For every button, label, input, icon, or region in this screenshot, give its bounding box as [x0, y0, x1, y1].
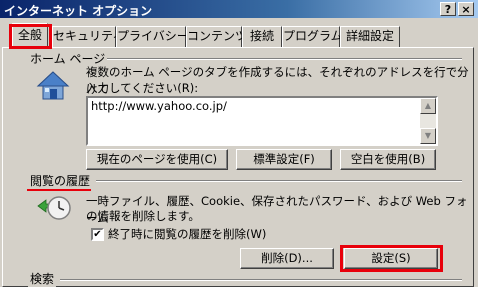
- delete-on-exit-label[interactable]: 終了時に閲覧の履歴を削除(W): [108, 226, 266, 243]
- home-page-url-value[interactable]: http://www.yahoo.co.jp/: [91, 99, 227, 113]
- use-blank-button[interactable]: 空白を使用(B): [340, 149, 436, 170]
- help-button[interactable]: ?: [440, 2, 456, 16]
- home-page-divider: [100, 58, 462, 60]
- tab-security[interactable]: セキュリティ: [52, 26, 124, 47]
- home-icon: [36, 71, 70, 100]
- annotation-underline-history: [27, 189, 91, 191]
- annotation-box-general-tab: [9, 24, 52, 49]
- close-button[interactable]: ×: [458, 2, 474, 16]
- search-group-label: 検索: [28, 270, 57, 287]
- history-group-label: 閲覧の履歴: [28, 172, 93, 189]
- delete-on-exit-checkbox[interactable]: ✔: [91, 228, 104, 241]
- tab-privacy[interactable]: プライバシー: [116, 26, 189, 47]
- tab-advanced[interactable]: 詳細設定: [340, 26, 400, 47]
- history-divider: [96, 180, 462, 182]
- title-bar: インターネット オプション ? ×: [0, 0, 478, 18]
- tab-connections[interactable]: 接続: [242, 26, 282, 47]
- home-page-url-field[interactable]: http://www.yahoo.co.jp/ ▲ ▼: [86, 96, 438, 146]
- window-title: インターネット オプション: [4, 4, 153, 18]
- scroll-down-arrow-icon[interactable]: ▼: [420, 128, 436, 144]
- scroll-up-arrow-icon[interactable]: ▲: [420, 98, 436, 114]
- use-default-button[interactable]: 標準設定(F): [236, 149, 332, 170]
- search-divider: [60, 279, 462, 281]
- home-page-description-2: 入力してください(R):: [86, 81, 199, 95]
- history-description-2: の情報を削除します。: [86, 209, 200, 223]
- tab-programs[interactable]: プログラム: [282, 26, 343, 47]
- history-clock-icon: [37, 196, 71, 220]
- tab-content[interactable]: コンテンツ: [186, 26, 247, 47]
- delete-history-button[interactable]: 削除(D)...: [240, 248, 334, 269]
- annotation-box-settings: [340, 245, 443, 272]
- tab-strip: 全般 セキュリティ プライバシー コンテンツ 接続 プログラム 詳細設定: [0, 22, 478, 48]
- url-field-scrollbar[interactable]: ▲ ▼: [420, 98, 436, 144]
- use-current-button[interactable]: 現在のページを使用(C): [86, 149, 228, 170]
